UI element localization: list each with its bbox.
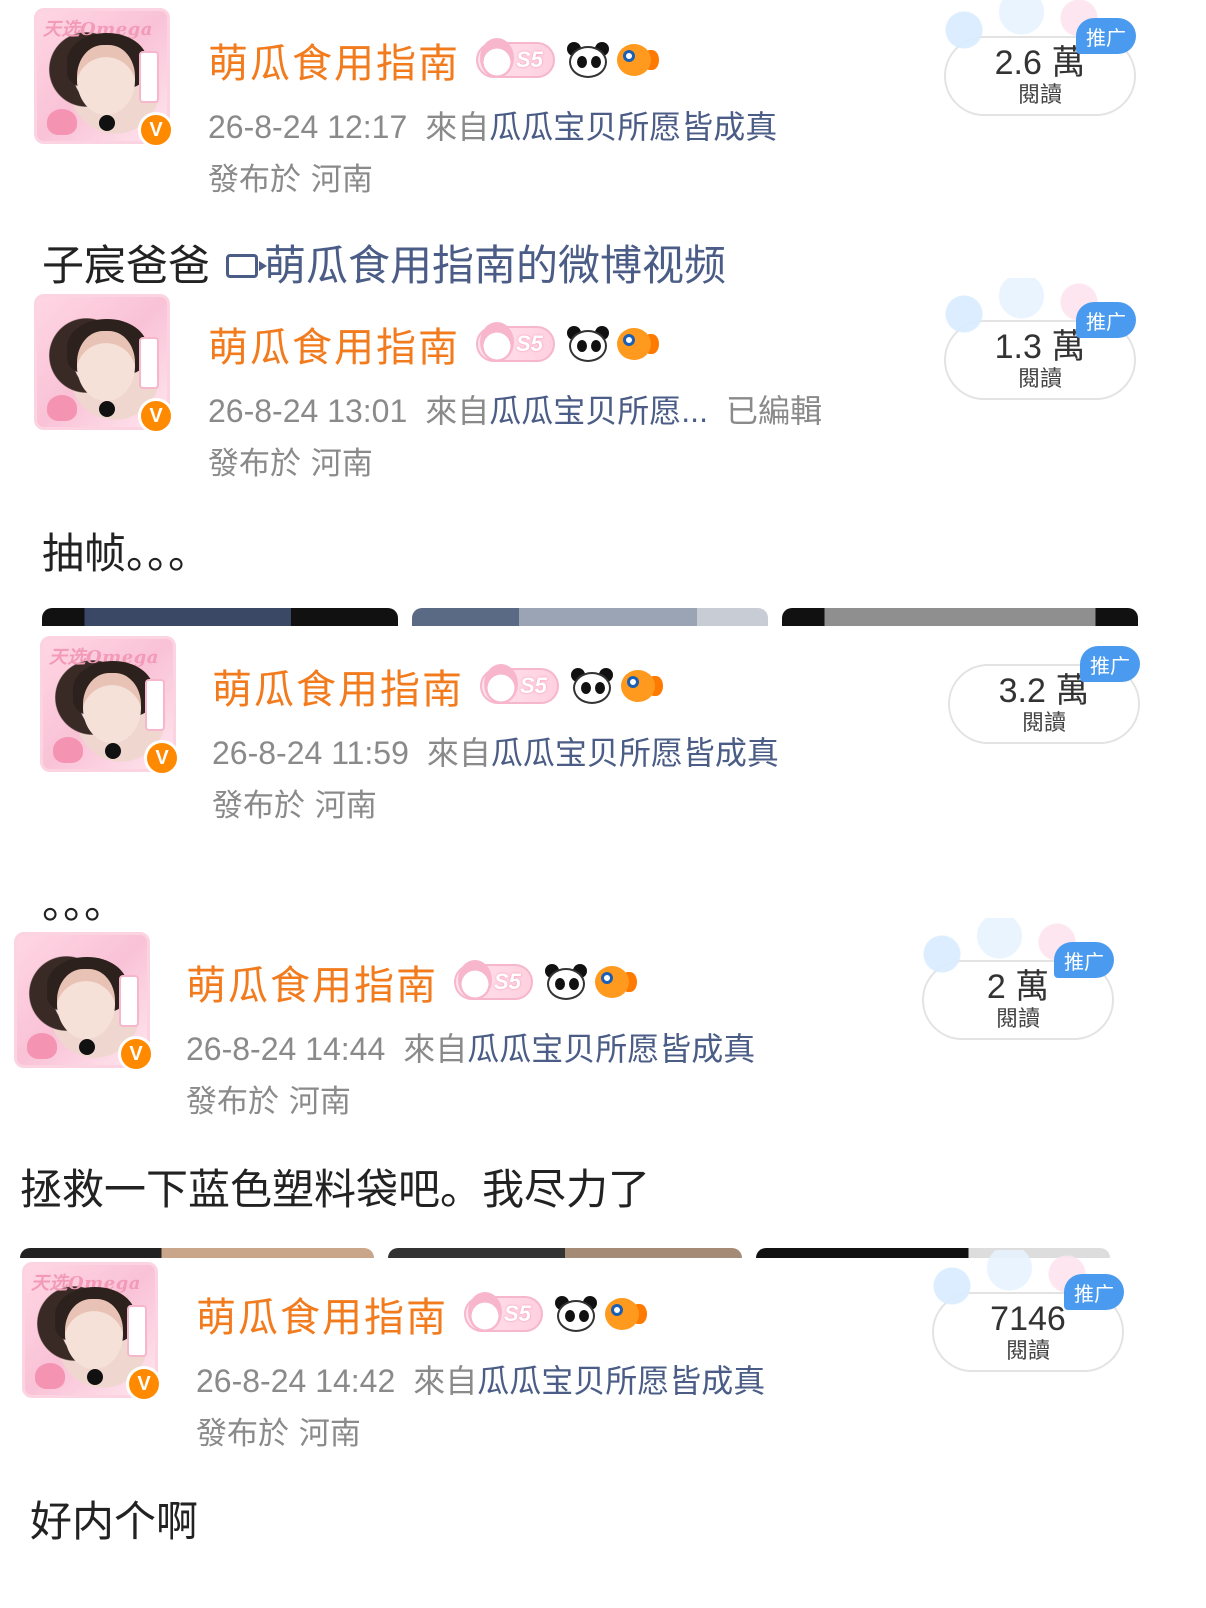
author-name[interactable]: 萌瓜食用指南 <box>208 315 460 373</box>
source-link[interactable]: 瓜瓜宝贝所愿皆成真 <box>489 109 777 145</box>
post-location: 發布於 河南 <box>196 1416 361 1452</box>
level-badge[interactable]: S5 <box>476 322 555 362</box>
post-meta: 26-8-24 12:17 來自瓜瓜宝贝所愿皆成真 <box>208 102 777 148</box>
fish-icon[interactable] <box>615 324 659 364</box>
promo-tag[interactable]: 推广 <box>1076 18 1136 54</box>
avatar[interactable]: 天选Omega V <box>34 8 174 148</box>
post-time: 26-8-24 11:59 <box>212 735 409 771</box>
avatar[interactable]: 天选Omega V <box>40 636 180 776</box>
panda-icon[interactable] <box>569 666 613 706</box>
fish-icon[interactable] <box>615 40 659 80</box>
panda-icon[interactable] <box>565 324 609 364</box>
thumbnail[interactable] <box>782 608 1138 626</box>
avatar[interactable]: V <box>14 932 154 1072</box>
promo-tag[interactable]: 推广 <box>1054 942 1114 978</box>
bunny-icon <box>480 322 514 362</box>
promo-tag[interactable]: 推广 <box>1064 1274 1124 1310</box>
source-link[interactable]: 瓜瓜宝贝所愿皆成真 <box>477 1363 765 1399</box>
post-time: 26-8-24 12:17 <box>208 109 408 145</box>
read-label: 閱讀 <box>995 1007 1040 1032</box>
verified-v-icon: V <box>126 1366 162 1402</box>
read-label: 閱讀 <box>1005 1339 1050 1364</box>
edited-label[interactable]: 已編輯 <box>726 393 822 429</box>
fish-icon[interactable] <box>593 962 637 1002</box>
verified-v-icon: V <box>144 740 180 776</box>
read-label: 閱讀 <box>1021 711 1066 736</box>
bunny-icon <box>484 664 518 704</box>
source-prefix: 來自 <box>426 735 491 771</box>
post-location: 發布於 河南 <box>208 162 373 198</box>
promo-tag[interactable]: 推广 <box>1076 302 1136 338</box>
source-link[interactable]: 瓜瓜宝贝所愿... <box>489 393 708 429</box>
avatar[interactable]: V <box>34 294 174 434</box>
post-meta: 26-8-24 14:42 來自瓜瓜宝贝所愿皆成真 <box>196 1356 765 1402</box>
bunny-icon <box>468 1292 502 1332</box>
post-location: 發布於 河南 <box>186 1084 351 1120</box>
level-badge[interactable]: S5 <box>476 38 555 78</box>
level-badge[interactable]: S5 <box>480 664 559 704</box>
post-time: 26-8-24 13:01 <box>208 393 408 429</box>
bunny-icon <box>458 960 492 1000</box>
source-prefix: 來自 <box>425 109 490 145</box>
post-time: 26-8-24 14:44 <box>186 1031 386 1067</box>
panda-icon[interactable] <box>543 962 587 1002</box>
author-name[interactable]: 萌瓜食用指南 <box>212 657 464 715</box>
source-link[interactable]: 瓜瓜宝贝所愿皆成真 <box>491 735 779 771</box>
post-meta: 26-8-24 13:01 來自瓜瓜宝贝所愿... 已編輯 <box>208 386 822 432</box>
author-name[interactable]: 萌瓜食用指南 <box>196 1285 448 1343</box>
source-prefix: 來自 <box>425 393 490 429</box>
read-count-card[interactable]: 推广 2 萬 閱讀 <box>896 918 1126 1040</box>
read-label: 閱讀 <box>1017 367 1062 392</box>
image-thumbnails[interactable] <box>42 608 1138 626</box>
thumbnail[interactable] <box>412 608 768 626</box>
level-badge[interactable]: S5 <box>464 1292 543 1332</box>
thumbnail[interactable] <box>42 608 398 626</box>
read-count-card[interactable]: 推广 3.2 萬 閱讀 <box>948 646 1140 744</box>
video-link[interactable]: 萌瓜食用指南的微博视频 <box>264 241 726 290</box>
verified-v-icon: V <box>118 1036 154 1072</box>
panda-icon[interactable] <box>565 40 609 80</box>
post-text: 拯救一下蓝色塑料袋吧。我尽力了 <box>20 1165 651 1214</box>
post-meta: 26-8-24 14:44 來自瓜瓜宝贝所愿皆成真 <box>186 1024 755 1070</box>
avatar[interactable]: 天选Omega V <box>22 1262 162 1402</box>
post-location: 發布於 河南 <box>208 446 373 482</box>
source-link[interactable]: 瓜瓜宝贝所愿皆成真 <box>467 1031 755 1067</box>
level-badge[interactable]: S5 <box>454 960 533 1000</box>
thumbnail[interactable] <box>388 1248 742 1258</box>
verified-v-icon: V <box>138 112 174 148</box>
video-icon <box>226 254 268 278</box>
post-location: 發布於 河南 <box>212 788 377 824</box>
read-count-card[interactable]: 推广 1.3 萬 閱讀 <box>918 278 1148 400</box>
fish-icon[interactable] <box>619 666 663 706</box>
post-text: 子宸爸爸 萌瓜食用指南的微博视频 <box>42 241 727 290</box>
post-text: 好内个啊 <box>30 1497 199 1546</box>
thumbnail[interactable] <box>20 1248 374 1258</box>
panda-icon[interactable] <box>553 1294 597 1334</box>
post-time: 26-8-24 14:42 <box>196 1363 396 1399</box>
read-count-card[interactable]: 推广 2.6 萬 閱讀 <box>918 0 1148 116</box>
post-meta: 26-8-24 11:59 來自瓜瓜宝贝所愿皆成真 <box>212 728 779 774</box>
read-label: 閱讀 <box>1017 83 1062 108</box>
post-text: 。。。 <box>42 879 127 928</box>
source-prefix: 來自 <box>403 1031 468 1067</box>
source-prefix: 來自 <box>413 1363 478 1399</box>
fish-icon[interactable] <box>603 1294 647 1334</box>
author-name[interactable]: 萌瓜食用指南 <box>208 31 460 89</box>
bunny-icon <box>480 38 514 78</box>
promo-tag[interactable]: 推广 <box>1080 646 1140 682</box>
author-name[interactable]: 萌瓜食用指南 <box>186 953 438 1011</box>
post-text: 抽帧。。。 <box>42 529 211 578</box>
read-count-card[interactable]: 推广 7146 閱讀 <box>906 1250 1136 1372</box>
verified-v-icon: V <box>138 398 174 434</box>
